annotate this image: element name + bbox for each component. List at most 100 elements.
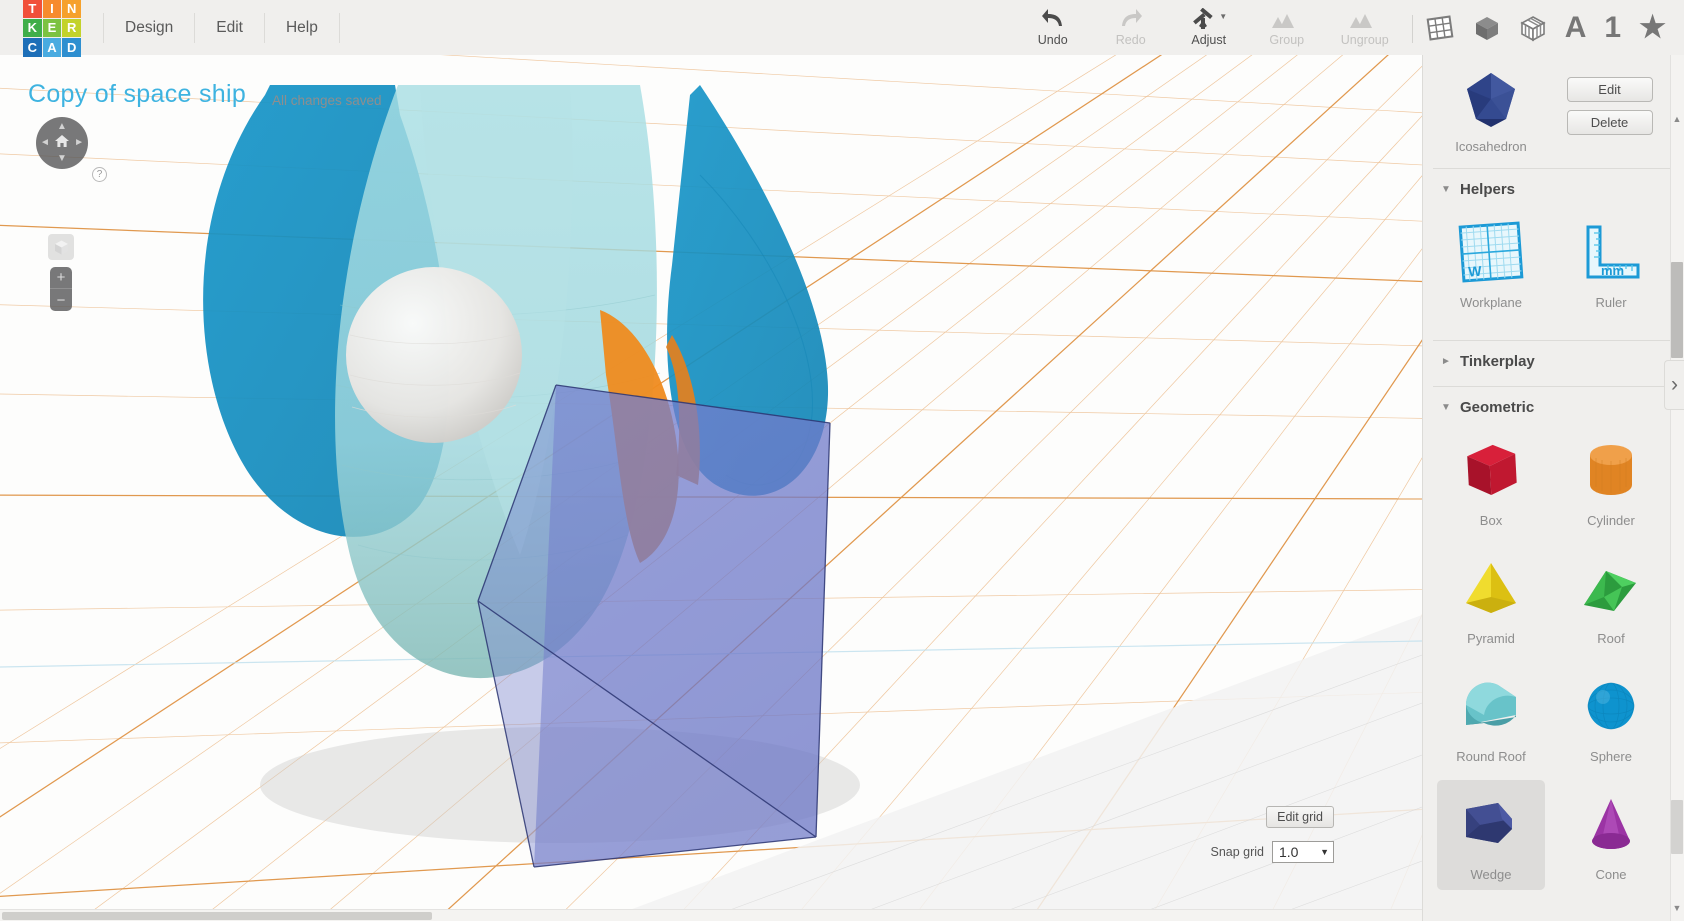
nav-up-arrow-icon[interactable]: ▲ [57,122,67,132]
viewport-scroll-thumb[interactable] [2,912,432,920]
selected-box-object [477,384,831,868]
panel-scrollbar[interactable]: ▲ ▼ [1670,55,1684,921]
logo-tile-t: T [23,0,42,18]
shape-cylinder[interactable]: Cylinder [1557,426,1665,536]
main-menu: Design Edit Help [103,12,340,43]
design-title[interactable]: Copy of space ship [28,80,246,109]
toolbar-divider [1411,15,1413,43]
ship-window-sphere [346,267,522,443]
icosahedron-icon [1467,73,1515,127]
tinkercad-app: TINKERCAD Design Edit Help Undo Redo ▼ Adjust… [0,0,1684,921]
section-helpers-title: Helpers [1460,181,1516,198]
collapse-panel-button[interactable]: › [1664,360,1684,410]
shape-box-icon [1454,432,1528,508]
section-geometric-header[interactable]: ▼ Geometric [1423,387,1684,426]
view-navigation-pad[interactable]: ▲ ▼ ◄ ► [36,117,88,169]
shape-roof-label: Roof [1597,631,1625,646]
selected-object-name: Icosahedron [1455,139,1527,154]
grid-view-icon[interactable] [1425,14,1455,42]
fit-view-button[interactable] [48,234,74,260]
shapes-panel: Icosahedron Edit Delete ▼ Helpers W Workpla… [1422,55,1684,921]
shape-hemisphere-icon [1454,904,1528,921]
workplane-grid [0,55,1422,921]
nav-right-arrow-icon[interactable]: ► [74,138,84,148]
snap-grid-select[interactable]: 1.0 ▼ [1272,841,1334,863]
nav-home-icon[interactable] [54,134,70,152]
shape-ruler-icon: mm [1574,214,1648,290]
edit-button[interactable]: Edit [1566,77,1653,102]
shape-cylinder-icon [1574,432,1648,508]
shape-pyramid-icon [1454,550,1528,626]
help-icon[interactable]: ? [92,167,107,182]
menu-edit[interactable]: Edit [195,12,265,43]
favorite-star-icon[interactable]: ★ [1639,12,1666,43]
menu-design[interactable]: Design [103,12,196,43]
undo-button[interactable]: Undo [1014,0,1092,55]
shape-workplane[interactable]: W Workplane [1437,208,1545,318]
viewport-horizontal-scrollbar[interactable] [0,909,1422,921]
logo-tile-d: D [62,38,81,57]
top-toolbar: TINKERCAD Design Edit Help Undo Redo ▼ Adjust… [0,0,1684,57]
chevron-down-icon: ▼ [1441,402,1451,413]
section-tinkerplay-title: Tinkerplay [1460,353,1535,370]
nav-left-arrow-icon[interactable]: ◄ [40,138,50,148]
section-tinkerplay-header[interactable]: ► Tinkerplay [1423,341,1684,380]
shape-workplane-icon: W [1454,214,1528,290]
cube-fit-icon [54,240,68,254]
snap-grid-control: Snap grid 1.0 ▼ [1210,841,1334,863]
panel-sections: ▼ Helpers W Workplane mm Ruler ► Tinkerplay ▼ Geo… [1423,169,1684,921]
menu-help[interactable]: Help [265,12,340,43]
shape-round-roof-label: Round Roof [1456,749,1526,764]
logo-tile-c: C [23,38,42,57]
adjust-icon: ▼ [1190,8,1227,30]
text-tool-icon[interactable]: A [1565,12,1587,43]
shape-workplane-label: Workplane [1460,295,1522,310]
shape-round-roof-icon [1454,668,1528,744]
shape-cone[interactable]: Cone [1557,780,1665,890]
shape-cone-icon [1574,786,1648,862]
panel-scroll-thumb[interactable] [1671,262,1683,358]
solid-cube-icon[interactable] [1473,14,1501,42]
group-label: Group [1269,33,1305,47]
edit-grid-button[interactable]: Edit grid [1266,806,1334,828]
svg-text:mm: mm [1601,263,1624,278]
shape-wedge[interactable]: Wedge [1437,780,1545,890]
shape-polygon-icon [1574,904,1648,921]
section-helpers-shelf: W Workplane mm Ruler [1423,208,1684,334]
adjust-label: Adjust [1191,33,1227,47]
shape-hemisphere[interactable] [1437,898,1545,921]
nav-down-arrow-icon[interactable]: ▼ [57,154,67,164]
panel-scroll-thumb-secondary[interactable] [1671,800,1683,854]
chevron-down-icon: ▼ [1320,847,1329,857]
shape-polygon[interactable] [1557,898,1665,921]
svg-text:W: W [1468,263,1483,280]
undo-label: Undo [1037,33,1068,47]
shape-round-roof[interactable]: Round Roof [1437,662,1545,772]
shape-sphere-label: Sphere [1590,749,1632,764]
wireframe-cube-icon[interactable] [1519,14,1547,42]
section-geometric-shelf: Box Cylinder Pyramid Roof Round Roof Sphere We… [1423,426,1684,921]
shape-roof[interactable]: Roof [1557,544,1665,654]
snap-grid-label: Snap grid [1210,845,1264,859]
shape-wedge-icon [1454,786,1528,862]
chevron-down-icon: ▼ [1441,184,1451,195]
shape-box[interactable]: Box [1437,426,1545,536]
shape-ruler[interactable]: mm Ruler [1557,208,1665,318]
tinkercad-logo[interactable]: TIN KER CAD [23,0,81,57]
zoom-out-button[interactable]: − [50,289,72,311]
shape-pyramid[interactable]: Pyramid [1437,544,1545,654]
zoom-in-button[interactable]: + [50,267,72,289]
shape-cone-label: Cone [1595,867,1627,882]
logo-tile-i: I [42,0,62,18]
scroll-down-arrow-icon[interactable]: ▼ [1671,901,1683,915]
logo-tile-k: K [23,18,42,38]
adjust-button[interactable]: ▼ Adjust [1170,0,1248,55]
redo-button: Redo [1092,0,1170,55]
section-helpers-header[interactable]: ▼ Helpers [1423,169,1684,208]
delete-button[interactable]: Delete [1566,110,1653,135]
snap-grid-value: 1.0 [1279,844,1299,860]
number-tool-icon[interactable]: 1 [1604,12,1621,43]
3d-viewport[interactable]: Copy of space ship All changes saved ▲ ▼… [0,55,1422,921]
scroll-up-arrow-icon[interactable]: ▲ [1671,112,1683,126]
shape-sphere[interactable]: Sphere [1557,662,1665,772]
